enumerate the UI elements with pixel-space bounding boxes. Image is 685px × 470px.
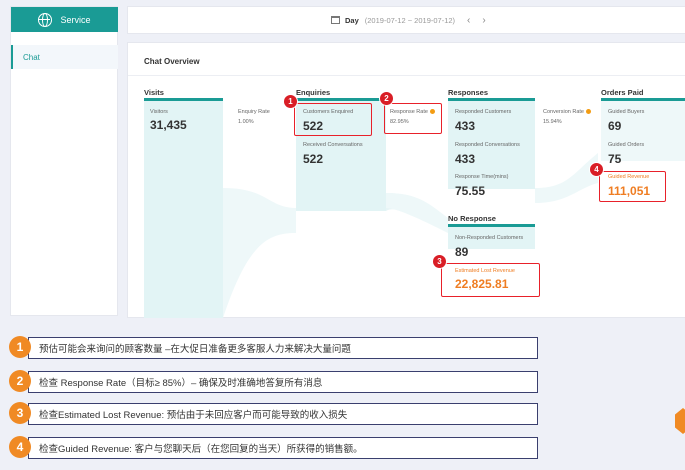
guided-orders-label: Guided Orders [608,142,645,148]
calendar-icon[interactable] [331,16,340,24]
non-responded-label: Non-Responded Customers [455,235,524,241]
note-badge-4: 4 [9,436,31,458]
info-icon[interactable] [585,109,591,115]
chevron-right-icon[interactable]: › [482,15,485,26]
enquiries-header: Enquiries [296,88,331,97]
visits-block [144,101,223,318]
responded-conversations-value: 433 [455,152,476,166]
hexagon-shape [675,408,685,434]
badge-4: 4 [589,162,604,177]
note-4: 检查Guided Revenue: 客户与您聊天后（在您回复的当天）所获得的销售… [28,437,538,459]
highlight-box-4 [599,171,666,202]
badge-1: 1 [283,94,298,109]
received-conversations-value: 522 [303,152,324,166]
highlight-box-1 [294,103,372,136]
service-button[interactable]: Service [11,7,118,32]
visits-header: Visits [144,88,164,97]
badge-3: 3 [432,254,447,269]
note-badge-2: 2 [9,370,31,392]
highlight-box-2 [384,103,442,134]
enquiry-rate-label: Enquiry Rate [238,109,270,115]
conversion-rate-label-text: Conversion Rate [543,109,584,115]
guided-buyers-value: 69 [608,119,622,133]
orders-header: Orders Paid [601,88,644,97]
globe-icon [38,12,53,27]
date-range: (2019-07-12 ~ 2019-07-12) [364,15,456,25]
responded-conversations-label: Responded Conversations [455,142,520,148]
conversion-rate-value: 15.94% [543,119,562,125]
no-response-header: No Response [448,214,496,223]
responded-customers-value: 433 [455,119,476,133]
highlight-box-3 [441,263,540,297]
guided-buyers-label: Guided Buyers [608,109,645,115]
guided-orders-value: 75 [608,152,622,166]
response-time-value: 75.55 [455,184,486,198]
received-conversations-label: Received Conversations [303,142,363,148]
service-label: Service [60,14,91,25]
note-badge-3: 3 [9,402,31,424]
enquiry-rate-value: 1.00% [238,119,254,125]
note-2: 检查 Response Rate（目标≥ 85%）– 确保及时准确地答复所有消息 [28,371,538,393]
sidebar: Service Chat [10,6,118,316]
visitors-value: 31,435 [150,118,187,132]
conversion-rate-label: Conversion Rate [543,109,591,115]
date-bar: Day (2019-07-12 ~ 2019-07-12) ‹ › [127,6,685,34]
visitors-label: Visitors [150,109,168,115]
non-responded-value: 89 [455,245,469,259]
sidebar-item-chat[interactable]: Chat [11,45,118,69]
chevron-left-icon[interactable]: ‹ [467,15,470,26]
response-time-label: Response Time(mins) [455,174,509,180]
note-3: 检查Estimated Lost Revenue: 预估由于未回应客户而可能导致… [28,403,538,425]
period-selector[interactable]: Day [345,16,359,25]
responded-customers-label: Responded Customers [455,109,512,115]
responses-header: Responses [448,88,489,97]
note-1: 预估可能会来询问的顾客数量 –在大促日准备更多客服人力来解决大量问题 [28,337,538,359]
chat-overview-card: Chat Overview Visits Visitors 31,435 Enq… [127,42,685,318]
note-badge-1: 1 [9,336,31,358]
badge-2: 2 [379,91,394,106]
